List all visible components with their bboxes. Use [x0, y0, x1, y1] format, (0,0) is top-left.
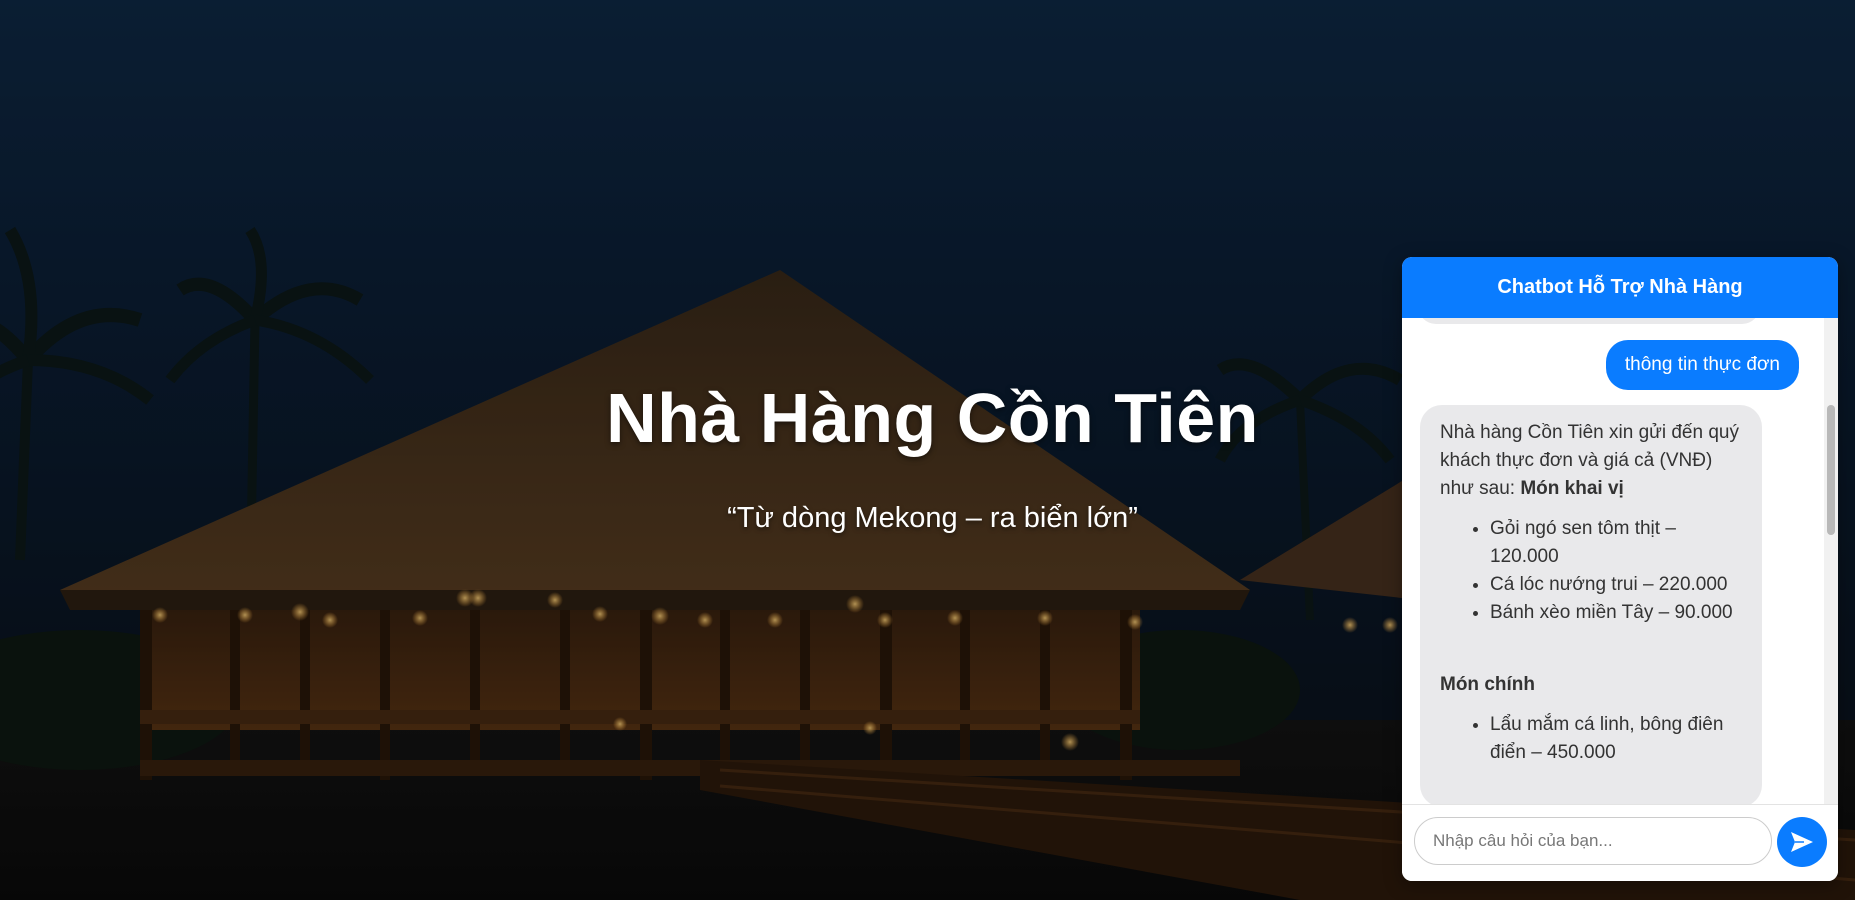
menu-list: Gỏi ngó sen tôm thịt – 120.000 Cá lóc nư…: [1440, 515, 1742, 627]
menu-section-title: Món khai vị: [1520, 478, 1624, 499]
bot-message: Nhà hàng Cồn Tiên xin gửi đến quý khách …: [1420, 405, 1762, 804]
chat-scrollbar[interactable]: [1824, 318, 1838, 804]
menu-item: Bánh xèo miền Tây – 90.000: [1490, 599, 1742, 627]
menu-item: Lẩu mắm cá linh, bông điên điển – 450.00…: [1490, 711, 1742, 767]
chat-messages[interactable]: thông tin thực đơn Nhà hàng Cồn Tiên xin…: [1402, 318, 1838, 804]
send-button[interactable]: [1777, 817, 1827, 867]
chat-question-input[interactable]: [1414, 817, 1772, 865]
user-message: thông tin thực đơn: [1605, 340, 1799, 390]
chatbot-widget: Chatbot Hỗ Trợ Nhà Hàng thông tin thực đ…: [1402, 257, 1838, 881]
send-arrow-icon: [1791, 832, 1813, 852]
menu-item: Cá lóc nướng trui – 220.000: [1490, 571, 1742, 599]
menu-item: Gỏi ngó sen tôm thịt – 120.000: [1490, 515, 1742, 571]
chat-scrollbar-thumb[interactable]: [1827, 405, 1835, 535]
menu-list: Lẩu mắm cá linh, bông điên điển – 450.00…: [1440, 711, 1742, 767]
chatbot-title: Chatbot Hỗ Trợ Nhà Hàng: [1497, 276, 1743, 298]
previous-bot-message: [1418, 318, 1760, 324]
chatbot-header: Chatbot Hỗ Trợ Nhà Hàng: [1402, 257, 1838, 318]
menu-section-title: Món chính: [1440, 674, 1535, 695]
chat-input-bar: [1402, 804, 1838, 881]
